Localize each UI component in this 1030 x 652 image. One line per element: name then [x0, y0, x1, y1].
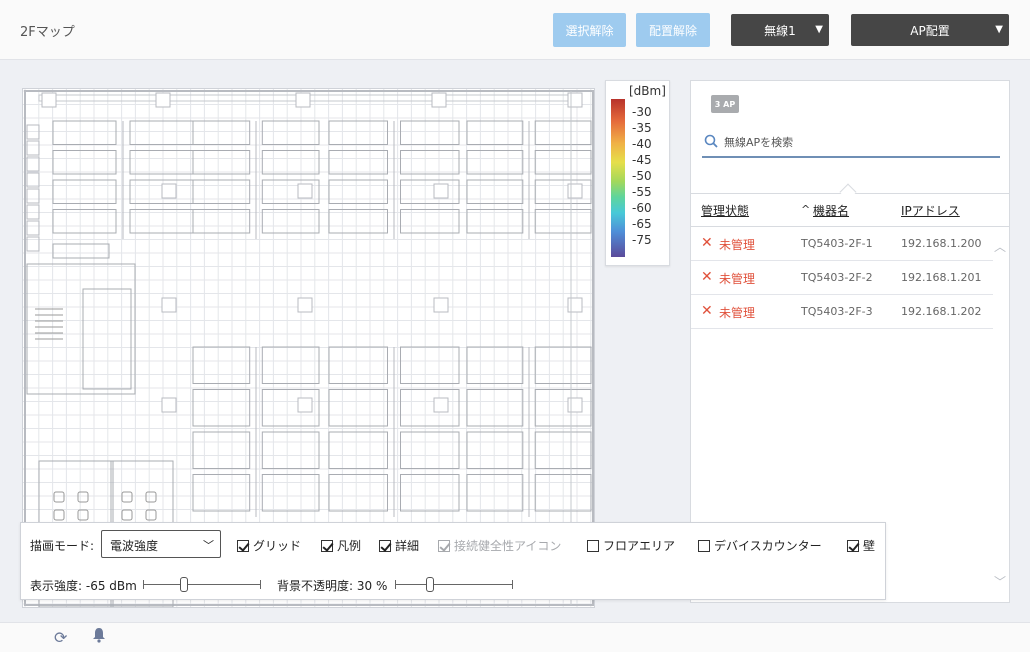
wall-checkbox[interactable]: 壁: [847, 537, 875, 554]
legend-value: -35: [632, 121, 652, 135]
refresh-icon[interactable]: ⟳: [54, 628, 67, 647]
grid-checkbox[interactable]: グリッド: [237, 537, 301, 554]
chevron-down-icon: ﹀: [203, 539, 214, 552]
status-text: 未管理: [719, 306, 756, 320]
status-text: 未管理: [719, 272, 756, 286]
legend-value: -65: [632, 217, 652, 231]
ap-place-select-label: AP配置: [910, 23, 950, 38]
signal-legend: [dBm] -30 -35 -40 -45 -50 -55 -60 -65 -7…: [605, 80, 670, 266]
status-text: 未管理: [719, 238, 756, 252]
checkbox-label: グリッド: [253, 539, 302, 553]
table-row[interactable]: ✕ 未管理 TQ5403-2F-2 192.168.1.201: [691, 261, 993, 295]
checkbox-box: [379, 539, 391, 552]
connection-icon-checkbox: 接続健全性アイコン: [438, 537, 561, 554]
checkbox-box: [237, 539, 249, 552]
checkbox-label: 凡例: [337, 539, 362, 553]
table-row[interactable]: ✕ 未管理 TQ5403-2F-3 192.168.1.202: [691, 295, 993, 329]
opacity-label: 背景不透明度: 30 %: [277, 579, 388, 593]
radio-select[interactable]: 無線1 ▼: [731, 14, 829, 46]
scroll-up-icon[interactable]: ︿: [994, 238, 1006, 255]
ap-table-body: ✕ 未管理 TQ5403-2F-1 192.168.1.200 ✕ 未管理 TQ…: [691, 227, 993, 329]
ap-search: [702, 129, 1000, 158]
deselect-button[interactable]: 選択解除: [553, 13, 626, 47]
search-input[interactable]: [724, 132, 984, 152]
ip-address: 192.168.1.202: [901, 305, 982, 318]
close-icon: ✕: [701, 235, 713, 251]
legend-color-scale: [611, 99, 625, 257]
checkbox-box: [438, 539, 450, 552]
legend-checkbox[interactable]: 凡例: [321, 537, 361, 554]
slider-thumb[interactable]: [426, 577, 434, 592]
legend-value: -55: [632, 185, 652, 199]
checkbox-box: [698, 539, 710, 552]
radio-select-label: 無線1: [764, 23, 796, 38]
search-icon: [704, 134, 718, 148]
legend-value: -40: [632, 137, 652, 151]
column-status[interactable]: 管理状態: [701, 202, 749, 219]
slider-track: [143, 584, 261, 585]
checkbox-label: 壁: [863, 539, 876, 553]
footer-bar: ⟳: [0, 622, 1030, 652]
checkbox-label: フロアエリア: [603, 539, 676, 553]
close-icon: ✕: [701, 303, 713, 319]
strength-label: 表示強度: -65 dBm: [30, 579, 137, 593]
draw-mode-select[interactable]: 電波強度 ﹀: [101, 530, 221, 558]
caret-down-icon: ▼: [815, 24, 823, 35]
caret-down-icon: ▼: [995, 24, 1003, 35]
legend-value: -45: [632, 153, 652, 167]
slider-tick: [395, 580, 396, 589]
legend-value: -75: [632, 233, 652, 247]
bell-icon[interactable]: [92, 627, 106, 647]
top-bar: 2Fマップ 選択解除 配置解除 無線1 ▼ AP配置 ▼: [0, 0, 1030, 60]
slider-thumb[interactable]: [180, 577, 188, 592]
page-title: 2Fマップ: [20, 25, 75, 40]
checkbox-label: デバイスカウンター: [714, 539, 822, 553]
column-ip[interactable]: IPアドレス: [901, 202, 960, 219]
checkbox-box: [321, 539, 333, 552]
floor-area-checkbox[interactable]: フロアエリア: [587, 537, 675, 554]
legend-value: -50: [632, 169, 652, 183]
draw-mode-value: 電波強度: [110, 539, 159, 553]
legend-value: -60: [632, 201, 652, 215]
checkbox-box: [847, 539, 859, 552]
detail-checkbox[interactable]: 詳細: [379, 537, 419, 554]
sort-up-icon: ^: [801, 203, 811, 216]
unplace-button[interactable]: 配置解除: [636, 13, 710, 47]
ip-address: 192.168.1.200: [901, 237, 982, 250]
ap-count-badge: 3 AP: [711, 95, 739, 113]
scroll-down-icon[interactable]: ﹀: [994, 573, 1006, 590]
device-name: TQ5403-2F-3: [801, 305, 873, 318]
ap-place-select[interactable]: AP配置 ▼: [851, 14, 1009, 46]
device-counter-checkbox[interactable]: デバイスカウンター: [698, 537, 822, 554]
checkbox-label: 詳細: [395, 539, 420, 553]
checkbox-label: 接続健全性アイコン: [454, 539, 562, 553]
ip-address: 192.168.1.201: [901, 271, 982, 284]
legend-value: -30: [632, 105, 652, 119]
slider-tick: [512, 580, 513, 589]
draw-mode-label: 描画モード:: [30, 539, 95, 553]
slider-track: [395, 584, 513, 585]
device-name: TQ5403-2F-1: [801, 237, 873, 250]
device-name: TQ5403-2F-2: [801, 271, 873, 284]
map-controls: 描画モード: 電波強度 ﹀ グリッド 凡例 詳細 接続健全性アイコン フロアエリ…: [20, 522, 886, 600]
strength-slider[interactable]: [143, 577, 261, 592]
close-icon: ✕: [701, 269, 713, 285]
opacity-slider[interactable]: [395, 577, 513, 592]
slider-tick: [143, 580, 144, 589]
column-name[interactable]: 機器名: [813, 202, 849, 219]
legend-unit: [dBm]: [629, 84, 666, 98]
slider-tick: [260, 580, 261, 589]
table-row[interactable]: ✕ 未管理 TQ5403-2F-1 192.168.1.200: [691, 227, 993, 261]
legend-values: -30 -35 -40 -45 -50 -55 -60 -65 -75: [632, 104, 652, 248]
checkbox-box: [587, 539, 599, 552]
